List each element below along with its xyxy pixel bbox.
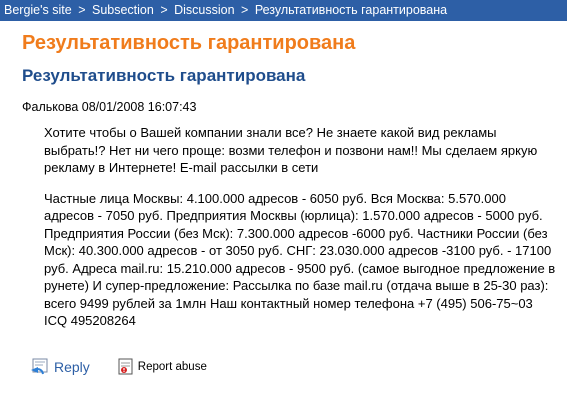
reply-button[interactable]: Reply [30, 358, 90, 376]
post-body: Хотите чтобы о Вашей компании знали все?… [44, 124, 559, 343]
post-paragraph: Хотите чтобы о Вашей компании знали все?… [44, 125, 538, 175]
breadcrumb-link-discussion[interactable]: Discussion [174, 3, 234, 17]
breadcrumb-separator: > [160, 3, 168, 17]
report-abuse-icon [118, 358, 134, 376]
breadcrumb-separator: > [78, 3, 86, 17]
reply-label: Reply [54, 359, 90, 375]
breadcrumb: Bergie's site > Subsection > Discussion … [0, 0, 567, 21]
post-meta: Фалькова 08/01/2008 16:07:43 [22, 100, 196, 114]
reply-icon [30, 358, 50, 376]
report-abuse-label: Report abuse [137, 361, 207, 373]
post-title: Результативность гарантирована [22, 66, 306, 85]
page-title: Результативность гарантирована [22, 32, 356, 54]
breadcrumb-link-subsection[interactable]: Subsection [92, 3, 154, 17]
post-datetime: 08/01/2008 16:07:43 [81, 100, 197, 114]
breadcrumb-link-site[interactable]: Bergie's site [4, 3, 72, 17]
post-paragraph: Частные лица Москвы: 4.100.000 адресов -… [44, 190, 556, 329]
breadcrumb-current: Результативность гарантирована [254, 3, 448, 17]
report-abuse-button[interactable]: Report abuse [118, 358, 207, 376]
post-author: Фалькова [22, 100, 79, 114]
breadcrumb-separator: > [241, 3, 249, 17]
post-actions: Reply Report abuse [30, 355, 207, 379]
